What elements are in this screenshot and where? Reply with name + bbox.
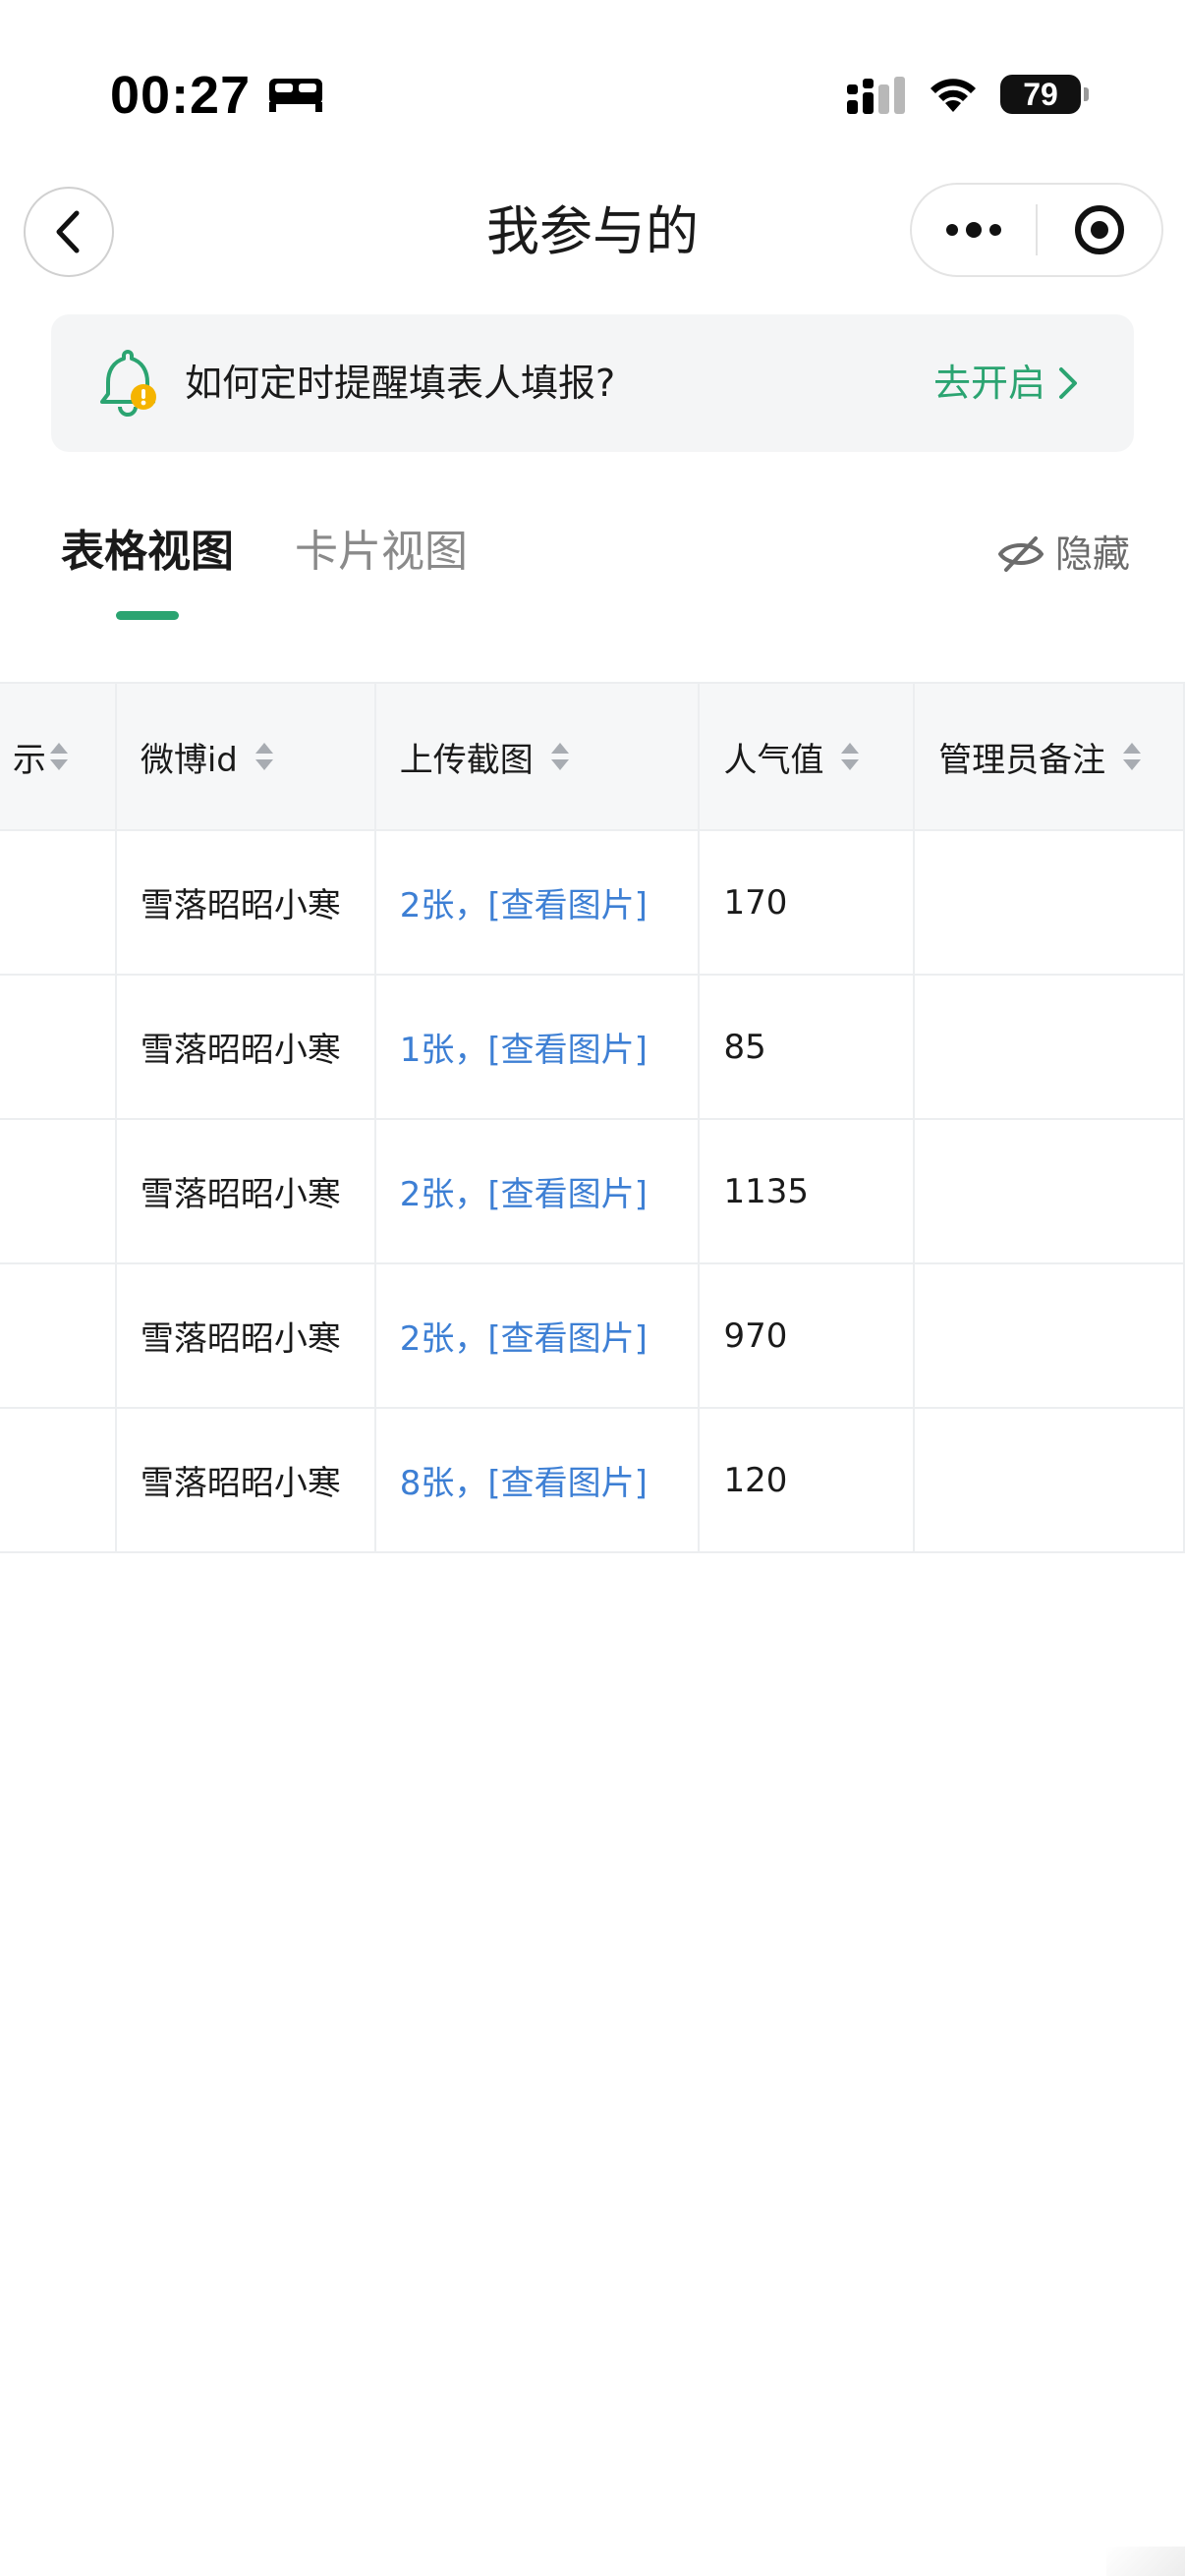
view-images-link[interactable]: 2张，[查看图片] xyxy=(373,829,701,976)
table-cell-weibo-id: 雪落昭昭小寒 xyxy=(114,829,376,976)
bell-warning-icon xyxy=(100,350,156,417)
table-row[interactable]: 雪落昭昭小寒 2张，[查看图片] 1135 xyxy=(0,1118,1185,1264)
data-table: 示 微博id 上传截图 人气值 管理员备注 雪落昭昭小寒 2张，[查看图片] 1… xyxy=(0,682,1185,1553)
banner-text: 如何定时提醒填表人填报? xyxy=(185,362,616,405)
table-cell-admin-note xyxy=(913,1407,1185,1553)
sort-icon xyxy=(254,743,273,770)
tab-card-view[interactable]: 卡片视图 xyxy=(295,521,468,584)
close-mini-program-button[interactable] xyxy=(1038,185,1161,275)
column-header-label: 上传截图 xyxy=(399,740,534,780)
table-cell-popularity: 85 xyxy=(698,974,916,1120)
tab-active-indicator xyxy=(116,611,179,620)
enable-reminder-label: 去开启 xyxy=(932,362,1045,405)
enable-reminder-link[interactable]: 去开启 xyxy=(933,314,1079,452)
signal-icon xyxy=(847,77,905,114)
table-row[interactable]: 雪落昭昭小寒 2张，[查看图片] 170 xyxy=(0,829,1185,976)
table-row[interactable]: 雪落昭昭小寒 2张，[查看图片] 970 xyxy=(0,1262,1185,1409)
column-header-label: 示 xyxy=(12,740,46,780)
table-cell-popularity: 120 xyxy=(698,1407,916,1553)
column-header-admin-note[interactable]: 管理员备注 xyxy=(913,682,1185,831)
table-cell-weibo-id: 雪落昭昭小寒 xyxy=(114,1262,376,1409)
table-cell-popularity: 970 xyxy=(698,1262,916,1409)
hide-button[interactable]: 隐藏 xyxy=(996,527,1130,582)
column-header-label: 管理员备注 xyxy=(938,740,1106,780)
table-row[interactable]: 雪落昭昭小寒 8张，[查看图片] 120 xyxy=(0,1407,1185,1553)
column-header-popularity[interactable]: 人气值 xyxy=(698,682,916,831)
eye-off-icon xyxy=(997,536,1044,572)
sleep-icon xyxy=(269,79,322,112)
battery-level: 79 xyxy=(1023,76,1058,112)
sort-icon xyxy=(841,743,860,770)
column-header-label: 人气值 xyxy=(723,740,824,780)
more-dots-icon xyxy=(946,222,1001,238)
table-cell-partial xyxy=(0,1407,117,1553)
data-table-container[interactable]: 示 微博id 上传截图 人气值 管理员备注 雪落昭昭小寒 2张，[查看图片] 1… xyxy=(0,682,1185,1553)
page: 00:27 79 我参与的 如何定时提醒填表人填报? 去开启 表格视图 卡片视图… xyxy=(0,0,1185,2576)
reminder-banner[interactable]: 如何定时提醒填表人填报? 去开启 xyxy=(51,314,1134,452)
table-header-row: 示 微博id 上传截图 人气值 管理员备注 xyxy=(0,682,1185,831)
table-cell-partial xyxy=(0,829,117,976)
column-header-weibo-id[interactable]: 微博id xyxy=(114,682,376,831)
view-images-link[interactable]: 1张，[查看图片] xyxy=(373,974,701,1120)
column-header-label: 微博id xyxy=(140,740,238,780)
table-cell-weibo-id: 雪落昭昭小寒 xyxy=(114,1118,376,1264)
more-button[interactable] xyxy=(912,185,1036,275)
table-cell-partial xyxy=(0,974,117,1120)
table-cell-popularity: 1135 xyxy=(698,1118,916,1264)
sort-icon xyxy=(1123,743,1142,770)
table-cell-weibo-id: 雪落昭昭小寒 xyxy=(114,1407,376,1553)
sort-icon xyxy=(550,743,569,770)
table-cell-weibo-id: 雪落昭昭小寒 xyxy=(114,974,376,1120)
table-cell-admin-note xyxy=(913,974,1185,1120)
view-images-link[interactable]: 2张，[查看图片] xyxy=(373,1118,701,1264)
table-cell-admin-note xyxy=(913,1118,1185,1264)
wifi-icon xyxy=(931,79,976,112)
tab-table-view[interactable]: 表格视图 xyxy=(61,521,234,584)
table-row[interactable]: 雪落昭昭小寒 1张，[查看图片] 85 xyxy=(0,974,1185,1120)
sort-icon xyxy=(49,743,68,770)
mini-program-capsule xyxy=(910,183,1163,277)
chevron-right-icon xyxy=(1059,367,1077,399)
table-cell-partial xyxy=(0,1262,117,1409)
corner-shadow xyxy=(1106,2547,1185,2576)
status-bar: 00:27 79 xyxy=(0,0,1185,177)
target-circle-icon xyxy=(1074,205,1124,254)
battery-icon: 79 xyxy=(1000,75,1089,114)
hide-label: 隐藏 xyxy=(1054,532,1130,576)
table-cell-popularity: 170 xyxy=(698,829,916,976)
table-cell-admin-note xyxy=(913,829,1185,976)
view-images-link[interactable]: 2张，[查看图片] xyxy=(373,1262,701,1409)
table-cell-admin-note xyxy=(913,1262,1185,1409)
column-header-partial[interactable]: 示 xyxy=(0,682,117,831)
view-images-link[interactable]: 8张，[查看图片] xyxy=(373,1407,701,1553)
status-time: 00:27 xyxy=(110,66,252,125)
column-header-screenshots[interactable]: 上传截图 xyxy=(373,682,701,831)
table-cell-partial xyxy=(0,1118,117,1264)
